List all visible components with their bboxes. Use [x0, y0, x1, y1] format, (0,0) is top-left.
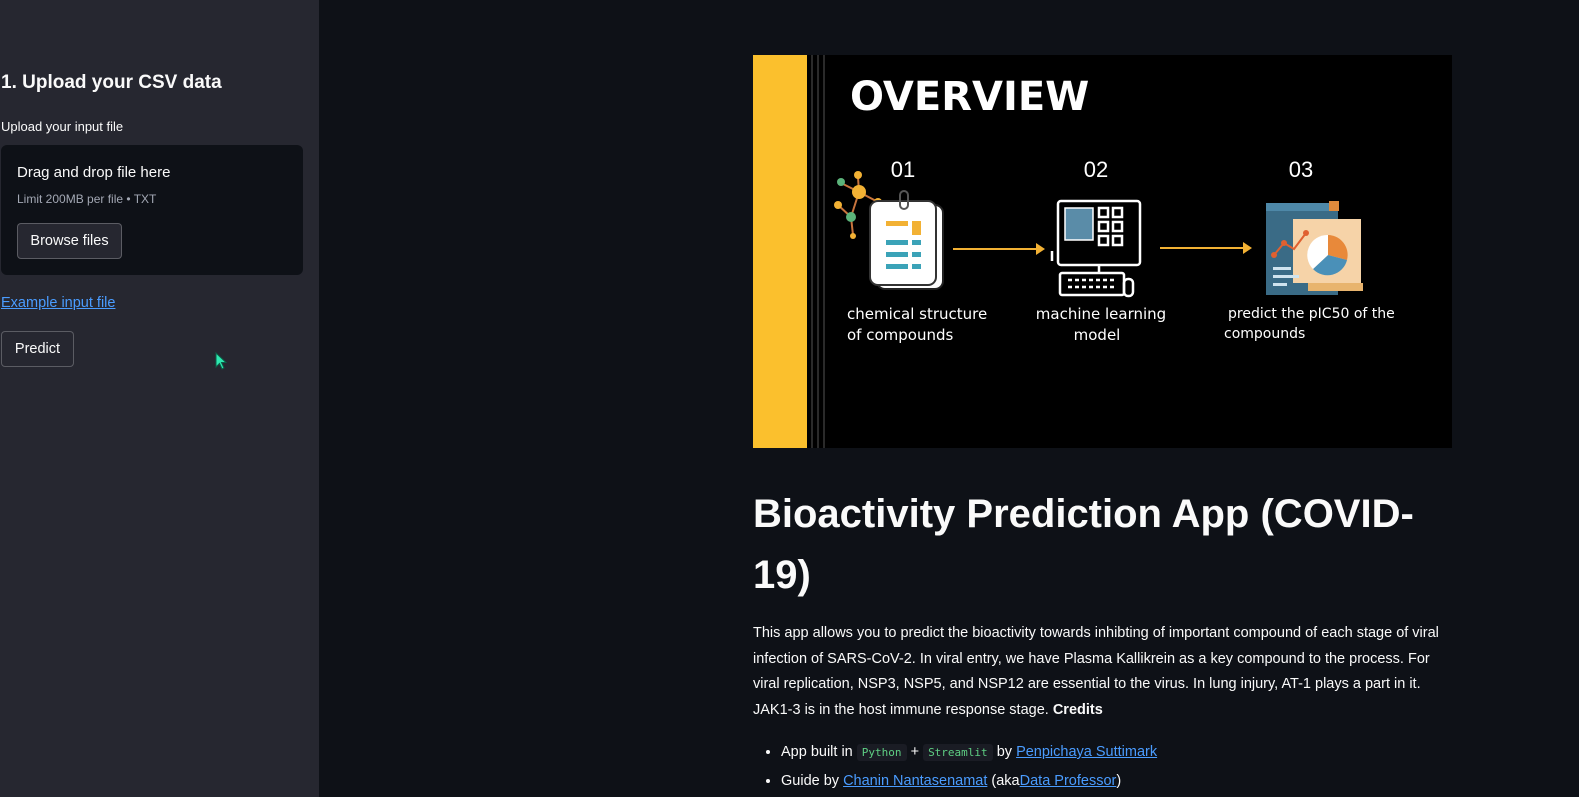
streamlit-code-tag: Streamlit [923, 744, 993, 761]
step-2-number: 02 [1084, 157, 1108, 182]
step-1-caption-line1: chemical structure [847, 305, 987, 323]
overview-banner: OVERVIEW 01 02 03 chemical structure of … [753, 55, 1452, 448]
python-code-tag: Python [856, 744, 907, 761]
sidebar-title: 1. Upload your CSV data [1, 72, 222, 93]
data-professor-link[interactable]: Data Professor [1020, 773, 1117, 789]
dropzone-title: Drag and drop file here [17, 164, 171, 181]
dropzone-limit: Limit 200MB per file • TXT [17, 192, 157, 206]
step-2-caption-line1: machine learning [1036, 305, 1166, 323]
browse-files-button[interactable]: Browse files [17, 223, 122, 259]
credits-label: Credits [1052, 701, 1103, 718]
example-input-link[interactable]: Example input file [1, 295, 115, 311]
credits-list: App built in Python + Streamlit by Penpi… [753, 738, 1157, 796]
list-item: App built in Python + Streamlit by Penpi… [781, 738, 1157, 767]
banner-accent-bar [753, 55, 807, 448]
plus-sign: + [910, 744, 920, 760]
guide-prefix: Guide by [781, 773, 840, 789]
step-2-caption-line2: model [1074, 326, 1121, 344]
mouse-cursor-icon [215, 352, 228, 370]
list-item: Guide by Chanin Nantasenamat (akaData Pr… [781, 767, 1157, 796]
step-3-caption-line2: compounds [1224, 326, 1305, 342]
by-text: by [996, 744, 1013, 760]
aka-open: (aka [991, 773, 1020, 789]
page-title: Bioactivity Prediction App (COVID-19) [753, 492, 1414, 597]
banner-heading: OVERVIEW [850, 74, 1089, 120]
app-description: This app allows you to predict the bioac… [753, 621, 1458, 723]
predict-button[interactable]: Predict [1, 331, 74, 367]
file-dropzone[interactable]: Drag and drop file here Limit 200MB per … [1, 145, 303, 275]
upload-label: Upload your input file [1, 119, 124, 134]
step-1-caption-line2: of compounds [847, 326, 953, 344]
author-link[interactable]: Penpichaya Suttimark [1016, 744, 1157, 760]
guide-author-link[interactable]: Chanin Nantasenamat [843, 773, 987, 789]
step-1-number: 01 [891, 157, 915, 182]
step-3-number: 03 [1289, 157, 1313, 182]
step-3-caption-line1: predict the pIC50 of the [1228, 306, 1395, 322]
built-in-prefix: App built in [781, 744, 853, 760]
aka-close: ) [1116, 773, 1122, 789]
sidebar: 1. Upload your CSV data Upload your inpu… [0, 0, 319, 797]
